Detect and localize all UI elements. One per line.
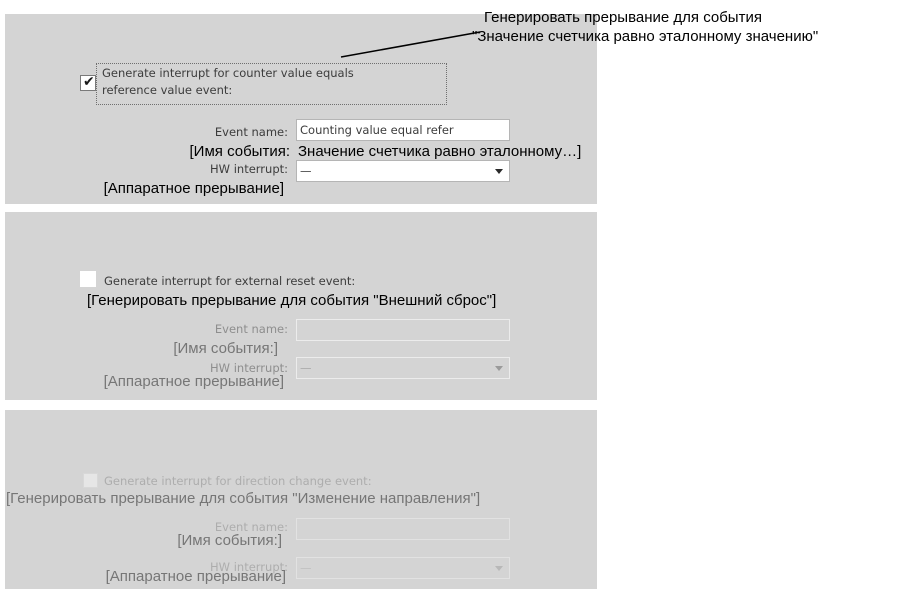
event-name-label: Event name: xyxy=(214,125,288,139)
hw-interrupt-label: HW interrupt: xyxy=(210,162,288,176)
hw-interrupt-dropdown[interactable]: — xyxy=(296,160,510,182)
hw-interrupt-label-ru: [Аппаратное прерывание] xyxy=(103,180,284,197)
counter-reference-event-label-line-1: Generate interrupt for counter value equ… xyxy=(102,66,354,80)
counter-reference-event-checkbox[interactable]: ✔ xyxy=(80,74,96,91)
direction-change-event-label-ru: [Генерировать прерывание для события "Из… xyxy=(6,490,481,507)
dropdown-arrow-icon xyxy=(495,169,503,174)
event-name-input[interactable] xyxy=(296,518,510,540)
dropdown-arrow-icon xyxy=(495,566,503,571)
counter-reference-event-label-line-2: reference value event: xyxy=(102,83,233,97)
external-reset-event-label: Generate interrupt for external reset ev… xyxy=(104,274,356,288)
hw-interrupt-dropdown[interactable]: — xyxy=(296,557,510,579)
external-reset-event-checkbox[interactable] xyxy=(80,271,96,287)
event-name-value: Counting value equal refer xyxy=(300,123,454,137)
external-reset-event-label-ru: [Генерировать прерывание для события "Вн… xyxy=(87,292,497,309)
event-name-value-ru: Значение счетчика равно эталонному…] xyxy=(298,143,582,160)
hw-interrupt-label-ru: [Аппаратное прерывание] xyxy=(105,568,286,585)
hw-interrupt-value: — xyxy=(300,361,312,375)
hw-interrupt-value: — xyxy=(300,164,312,178)
hw-interrupt-label-ru: [Аппаратное прерывание] xyxy=(103,373,284,390)
callout-leader-stroke xyxy=(340,31,481,58)
direction-change-event-checkbox[interactable] xyxy=(83,473,98,488)
event-name-label: Event name: xyxy=(214,322,288,336)
hw-interrupt-dropdown[interactable]: — xyxy=(296,357,510,379)
event-name-input[interactable]: Counting value equal refer xyxy=(296,119,510,141)
event-name-input[interactable] xyxy=(296,319,510,341)
direction-change-event-label: Generate interrupt for direction change … xyxy=(104,474,372,488)
dropdown-arrow-icon xyxy=(495,366,503,371)
checkmark-icon: ✔ xyxy=(83,74,95,90)
event-name-label-ru: [Имя события:] xyxy=(173,340,278,357)
event-name-label-ru: [Имя события: xyxy=(189,143,290,160)
hw-interrupt-value: — xyxy=(300,561,312,575)
screen: { "callout": { "line1": "Генерировать пр… xyxy=(0,0,903,589)
event-name-label-ru: [Имя события:] xyxy=(177,532,282,549)
